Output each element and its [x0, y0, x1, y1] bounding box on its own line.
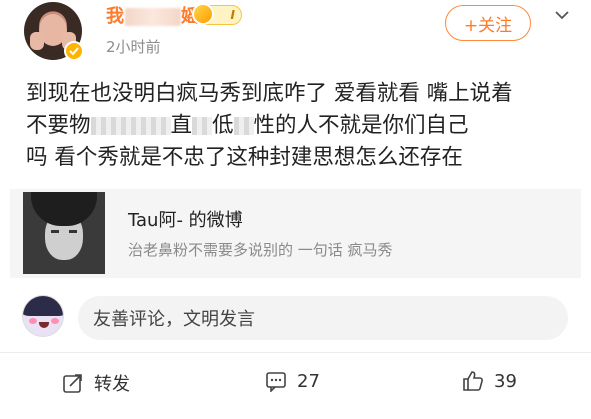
avatar-hand-left: [30, 32, 44, 50]
mosaic-redaction: [90, 117, 111, 135]
comment-count: 27: [297, 370, 320, 392]
vip-gem-icon: [192, 3, 214, 25]
post-text-line-2: 不要物 直低性的人不就是你们自己: [26, 110, 566, 142]
post-text-line-1: 到现在也没明白疯马秀到底咋了 爱看就看 嘴上说着: [26, 81, 513, 106]
avatar-cheek: [51, 318, 59, 324]
verified-badge-icon: [64, 41, 84, 61]
post-text-line-2-c: 低: [212, 113, 234, 138]
comment-input[interactable]: 友善评论，文明发言: [78, 296, 568, 340]
comment-button[interactable]: 27: [265, 370, 320, 392]
thumbnail-eye: [69, 230, 77, 233]
card-title: Tau阿- 的微博: [128, 210, 243, 231]
mosaic-redaction: [130, 117, 151, 135]
mosaic-redaction: [150, 117, 171, 135]
thumbnail-hair: [31, 192, 97, 226]
chevron-down-icon[interactable]: [553, 6, 571, 29]
commenter-avatar: [22, 295, 64, 337]
comment-icon: [266, 372, 286, 392]
card-thumbnail: [23, 192, 105, 274]
mosaic-redaction: [233, 117, 254, 135]
divider: [0, 352, 591, 353]
mosaic-redaction: [192, 117, 213, 135]
post-text-line-3: 吗 看个秀就是不忠了这种封建思想怎么还存在: [26, 145, 463, 170]
post-text-line-2-a: 不要物: [26, 113, 91, 138]
repost-button[interactable]: 转发: [62, 370, 130, 396]
post-text-line-2-d: 性的人不就是你们自己: [253, 113, 469, 138]
avatar-cheek: [29, 318, 37, 324]
avatar-mouth: [39, 322, 49, 328]
like-button[interactable]: 39: [462, 370, 517, 392]
thumbs-up-icon: [463, 371, 483, 391]
post-body: 到现在也没明白疯马秀到底咋了 爱看就看 嘴上说着 不要物 直低性的人不就是你们自己…: [26, 78, 566, 174]
avatar-cap: [23, 296, 63, 316]
vip-badge[interactable]: I: [192, 3, 242, 25]
username-blur: [125, 8, 181, 26]
post-header: 我媱 I 2小时前 +关注: [0, 0, 591, 66]
repost-icon: [63, 374, 82, 393]
thumbnail-eye: [51, 230, 59, 233]
repost-label: 转发: [94, 374, 130, 395]
post-time: 2小时前: [106, 38, 161, 56]
card-description: 治老鼻粉不需要多说别的 一句话 疯马秀: [128, 241, 393, 259]
action-bar: 转发 27 39: [0, 360, 591, 408]
username[interactable]: 我媱: [106, 2, 200, 27]
post-text-line-2-b: 直: [170, 113, 193, 138]
linked-weibo-card[interactable]: Tau阿- 的微博 治老鼻粉不需要多说别的 一句话 疯马秀: [10, 189, 581, 278]
mosaic-redaction: [110, 117, 131, 135]
follow-button[interactable]: +关注: [445, 5, 531, 41]
username-visible: 我: [106, 6, 125, 27]
like-count: 39: [494, 370, 517, 392]
